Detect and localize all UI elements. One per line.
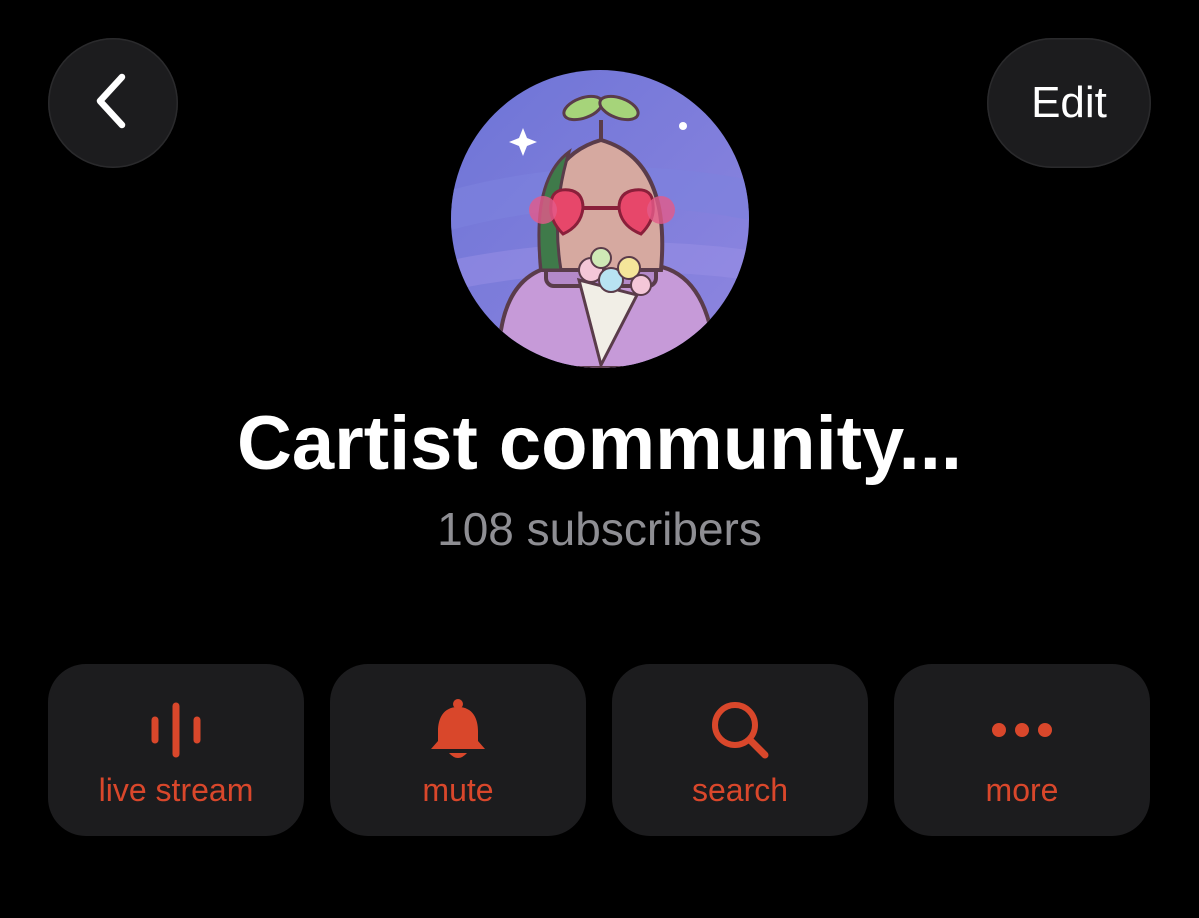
more-label: more [985,772,1059,808]
live-stream-button[interactable]: live stream [48,664,304,836]
edit-button[interactable]: Edit [987,38,1151,168]
live-stream-icon [48,694,304,766]
edit-button-label: Edit [1031,78,1107,127]
live-stream-label: live stream [98,772,254,808]
avatar-image [451,70,749,368]
search-icon [612,694,868,766]
chevron-left-icon [88,71,138,136]
search-label: search [691,772,789,808]
channel-title: Cartist community... [237,401,962,486]
channel-avatar[interactable] [451,70,749,368]
mute-label: mute [422,772,494,808]
more-dots-icon [894,694,1150,766]
mute-button[interactable]: mute [330,664,586,836]
more-button[interactable]: more [894,664,1150,836]
action-bar: live stream mute search more [48,664,1151,836]
back-button[interactable] [48,38,178,168]
subscriber-count: 108 subscribers [437,503,762,555]
bell-icon [330,694,586,766]
search-button[interactable]: search [612,664,868,836]
